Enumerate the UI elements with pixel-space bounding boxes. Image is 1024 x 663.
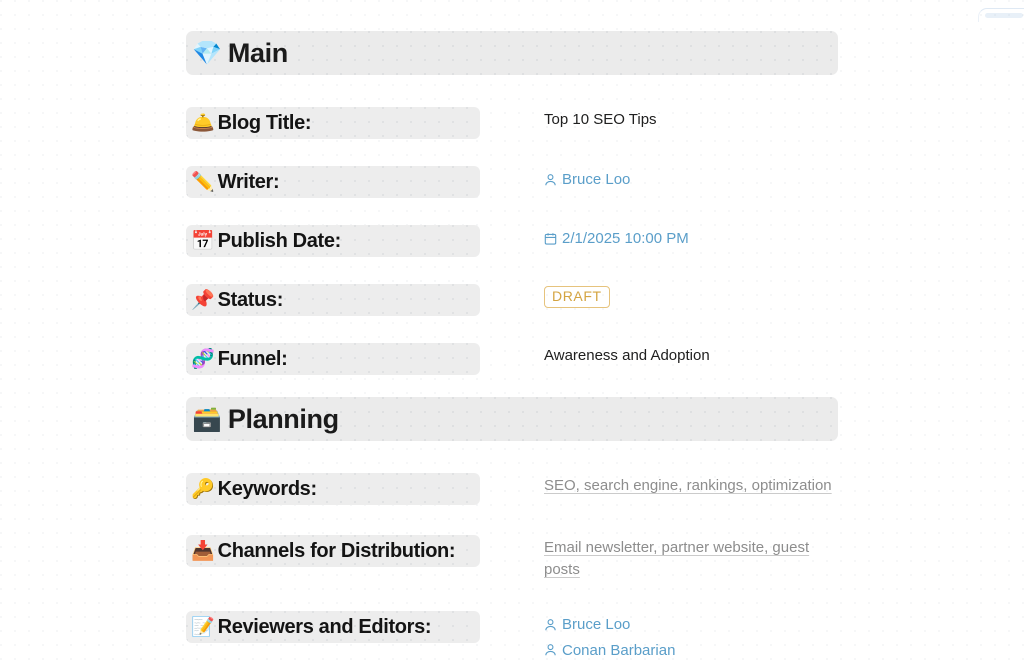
pushpin-icon: 📌 (191, 288, 215, 311)
field-row-funnel: 🧬 Funnel: Awareness and Adoption (186, 343, 1024, 375)
keywords-value: SEO, search engine, rankings, optimizati… (544, 477, 832, 494)
field-value-funnel[interactable]: Awareness and Adoption (480, 343, 1024, 367)
diamond-icon: 💎 (192, 39, 222, 67)
field-label-text: Publish Date: (217, 229, 342, 252)
field-label-text: Funnel: (217, 347, 288, 370)
field-label-text: Blog Title: (217, 111, 312, 134)
bellhop-bell-icon: 🛎️ (191, 111, 215, 134)
blog-title-value: Top 10 SEO Tips (544, 111, 657, 128)
field-label-reviewers[interactable]: 📝 Reviewers and Editors: (186, 611, 480, 644)
field-row-status: 📌 Status: DRAFT (186, 284, 1024, 316)
field-label-blog-title[interactable]: 🛎️ Blog Title: (186, 107, 480, 139)
field-label-publish-date[interactable]: 📅 Publish Date: (186, 225, 480, 257)
person-icon (544, 618, 557, 632)
person-icon (544, 643, 557, 657)
field-value-blog-title[interactable]: Top 10 SEO Tips (480, 107, 1024, 131)
date-chip[interactable]: 2/1/2025 10:00 PM (544, 227, 1024, 250)
field-label-text: Status: (217, 288, 284, 311)
field-label-channels[interactable]: 📥 Channels for Distribution: (186, 535, 480, 567)
person-chip[interactable]: Bruce Loo (544, 613, 1024, 636)
dna-icon: 🧬 (191, 347, 215, 370)
section-title-main: Main (227, 37, 288, 68)
field-row-channels: 📥 Channels for Distribution: Email newsl… (186, 535, 1024, 581)
field-label-text: Keywords: (217, 477, 317, 500)
section-header-planning: 🗃️ Planning (186, 397, 838, 441)
field-label-text: Channels for Distribution: (217, 539, 456, 562)
person-icon (544, 173, 557, 187)
field-label-status[interactable]: 📌 Status: (186, 284, 480, 316)
field-value-writer[interactable]: Bruce Loo (480, 166, 1024, 191)
field-row-blog-title: 🛎️ Blog Title: Top 10 SEO Tips (186, 107, 1024, 139)
card-file-box-icon: 🗃️ (192, 405, 222, 433)
section-header-main: 💎 Main (186, 31, 838, 75)
key-icon: 🔑 (191, 477, 215, 500)
field-row-publish-date: 📅 Publish Date: 2/1/2025 10:00 PM (186, 225, 1024, 257)
field-label-text: Writer: (217, 170, 280, 193)
field-label-writer[interactable]: ✏️ Writer: (186, 166, 480, 198)
person-name: Bruce Loo (562, 616, 631, 634)
memo-icon: 📝 (191, 615, 215, 638)
status-badge[interactable]: DRAFT (544, 286, 610, 309)
channels-value: Email newsletter, partner website, guest… (544, 539, 810, 579)
funnel-value: Awareness and Adoption (544, 347, 710, 364)
person-name: Bruce Loo (562, 171, 631, 188)
field-label-funnel[interactable]: 🧬 Funnel: (186, 343, 480, 375)
person-name: Conan Barbarian (562, 641, 676, 659)
field-value-channels[interactable]: Email newsletter, partner website, guest… (480, 535, 1024, 581)
pencil-icon: ✏️ (191, 170, 215, 193)
person-chip[interactable]: Conan Barbarian (544, 639, 1024, 662)
field-value-publish-date[interactable]: 2/1/2025 10:00 PM (480, 225, 1024, 250)
calendar-icon: 📅 (191, 229, 215, 252)
field-label-keywords[interactable]: 🔑 Keywords: (186, 473, 480, 505)
section-title-planning: Planning (227, 403, 339, 434)
publish-date-value: 2/1/2025 10:00 PM (562, 230, 689, 247)
field-row-keywords: 🔑 Keywords: SEO, search engine, rankings… (186, 473, 1024, 505)
inbox-tray-icon: 📥 (191, 539, 215, 562)
person-chip[interactable]: Bruce Loo (544, 168, 1024, 191)
field-value-status[interactable]: DRAFT (480, 284, 1024, 309)
field-row-reviewers: 📝 Reviewers and Editors: Bruce Loo Conan… (186, 611, 1024, 662)
record-detail-page: 💎 Main 🛎️ Blog Title: Top 10 SEO Tips ✏️… (186, 0, 1024, 662)
field-row-writer: ✏️ Writer: Bruce Loo (186, 166, 1024, 198)
field-label-text: Reviewers and Editors: (217, 615, 432, 638)
calendar-small-icon (544, 232, 557, 246)
field-value-reviewers[interactable]: Bruce Loo Conan Barbarian (480, 611, 1024, 662)
field-value-keywords[interactable]: SEO, search engine, rankings, optimizati… (480, 473, 1024, 497)
